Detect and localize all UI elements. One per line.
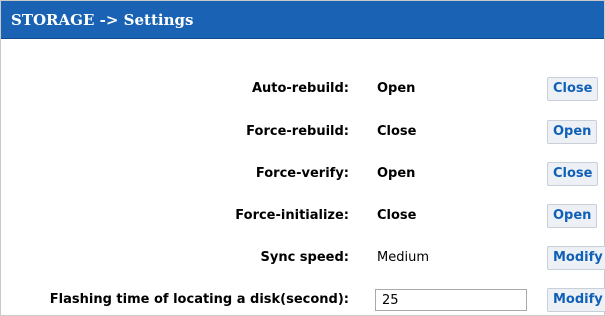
force-initialize-label: Force-initialize: <box>235 208 349 223</box>
force-verify-value: Open <box>377 166 416 181</box>
sync-speed-modify-button[interactable]: Modify <box>547 246 605 270</box>
force-initialize-toggle-button[interactable]: Open <box>547 204 598 228</box>
setting-row-auto-rebuild: Auto-rebuild: Open Close <box>1 74 605 104</box>
panel-header: STORAGE -> Settings <box>1 1 604 39</box>
flashing-time-input[interactable] <box>375 289 527 311</box>
sync-speed-value: Medium <box>377 250 429 265</box>
flashing-time-modify-button[interactable]: Modify <box>547 288 605 312</box>
auto-rebuild-toggle-button[interactable]: Close <box>547 77 599 101</box>
page-title: STORAGE -> Settings <box>11 10 194 29</box>
sync-speed-label: Sync speed: <box>260 250 349 265</box>
force-rebuild-label: Force-rebuild: <box>246 124 349 139</box>
force-rebuild-toggle-button[interactable]: Open <box>547 120 598 144</box>
setting-row-force-verify: Force-verify: Open Close <box>1 159 605 189</box>
setting-row-sync-speed: Sync speed: Medium Modify <box>1 243 605 273</box>
force-initialize-value: Close <box>377 208 417 223</box>
auto-rebuild-value: Open <box>377 81 416 96</box>
setting-row-force-initialize: Force-initialize: Close Open <box>1 201 605 231</box>
force-verify-toggle-button[interactable]: Close <box>547 162 599 186</box>
setting-row-flashing-time: Flashing time of locating a disk(second)… <box>1 285 605 315</box>
force-verify-label: Force-verify: <box>255 166 349 181</box>
settings-panel: STORAGE -> Settings Auto-rebuild: Open C… <box>0 0 605 316</box>
auto-rebuild-label: Auto-rebuild: <box>251 81 349 96</box>
force-rebuild-value: Close <box>377 124 417 139</box>
setting-row-force-rebuild: Force-rebuild: Close Open <box>1 117 605 147</box>
flashing-time-label: Flashing time of locating a disk(second)… <box>49 292 349 307</box>
